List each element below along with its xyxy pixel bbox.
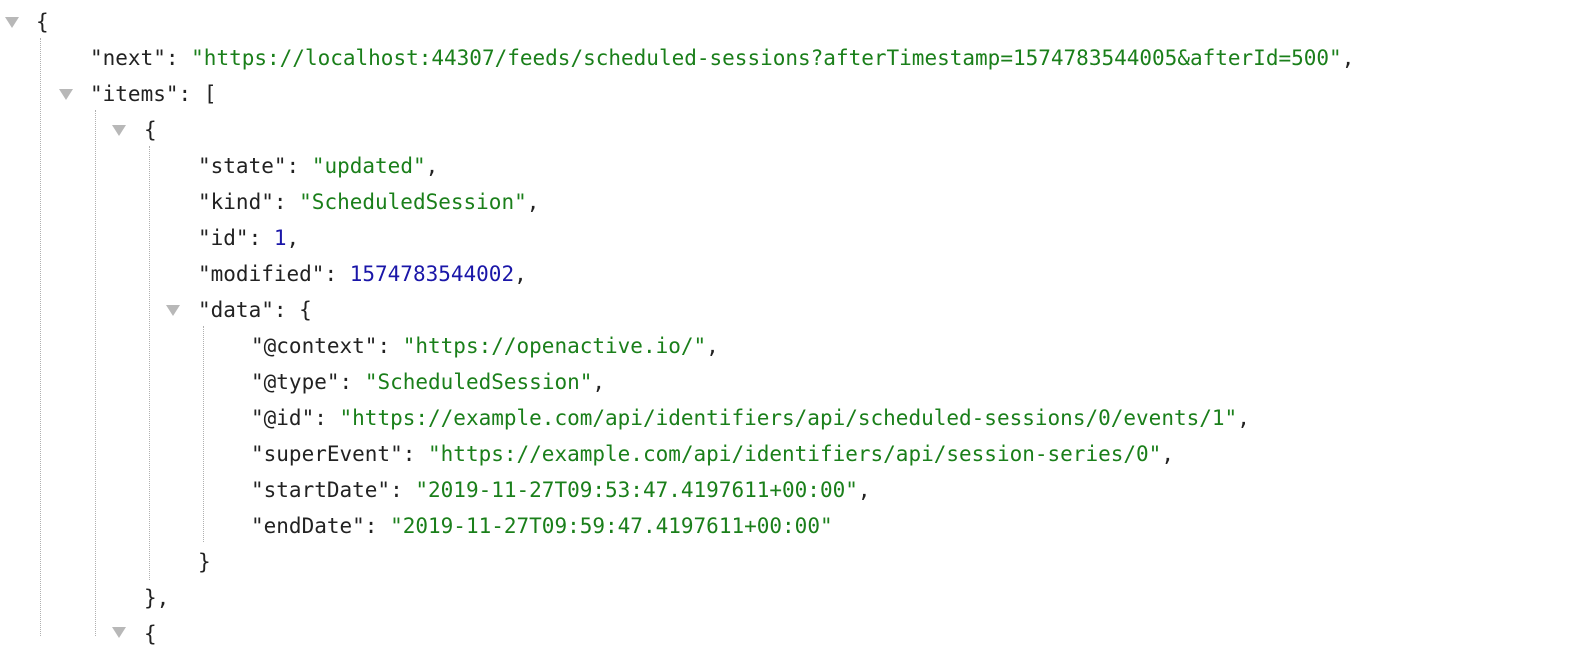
json-line-kind: "kind": "ScheduledSession", bbox=[198, 184, 539, 220]
json-line-at-id: "@id": "https://example.com/api/identifi… bbox=[251, 400, 1250, 436]
json-line-startdate: "startDate": "2019-11-27T09:53:47.419761… bbox=[251, 472, 871, 508]
open-brace: { bbox=[36, 10, 49, 34]
json-key-kind: "kind" bbox=[198, 190, 274, 214]
colon: : bbox=[364, 514, 391, 538]
colon: : bbox=[339, 370, 365, 394]
json-value-id: 1 bbox=[273, 226, 287, 250]
json-line-next: "next": "https://localhost:44307/feeds/s… bbox=[90, 40, 1354, 76]
open-brace: { bbox=[299, 298, 312, 322]
json-key-startdate: "startDate" bbox=[251, 478, 391, 502]
colon: : bbox=[286, 154, 312, 178]
comma: , bbox=[286, 226, 300, 250]
comma: , bbox=[706, 334, 719, 358]
collapse-toggle-icon[interactable] bbox=[59, 89, 73, 100]
json-key-state: "state" bbox=[198, 154, 287, 178]
collapse-toggle-icon[interactable] bbox=[112, 125, 126, 136]
indent-guide-data bbox=[203, 326, 204, 542]
colon: : bbox=[273, 190, 300, 214]
colon: : bbox=[273, 298, 300, 322]
json-key-superevent: "superEvent" bbox=[251, 442, 403, 466]
collapse-toggle-icon[interactable] bbox=[112, 627, 126, 638]
comma: , bbox=[1237, 406, 1250, 430]
json-value-startdate: "2019-11-27T09:53:47.4197611+00:00" bbox=[415, 478, 858, 502]
indent-guide-item bbox=[149, 146, 150, 580]
json-line-next-item-open: { bbox=[144, 616, 157, 652]
colon: : bbox=[390, 478, 416, 502]
indent-guide-items bbox=[95, 110, 96, 636]
json-value-superevent[interactable]: "https://example.com/api/identifiers/api… bbox=[428, 442, 1161, 466]
colon: : bbox=[314, 406, 340, 430]
indent-guide-root bbox=[40, 38, 41, 636]
json-line-item-open: { bbox=[144, 112, 157, 148]
json-key-modified: "modified" bbox=[198, 262, 325, 286]
json-value-at-id[interactable]: "https://example.com/api/identifiers/api… bbox=[340, 406, 1238, 430]
comma: , bbox=[425, 154, 439, 178]
json-value-type: "ScheduledSession" bbox=[364, 370, 593, 394]
json-key-items: "items" bbox=[90, 82, 179, 106]
colon: : bbox=[178, 82, 204, 106]
colon: : bbox=[377, 334, 403, 358]
json-key-id: "id" bbox=[198, 226, 249, 250]
json-key-next: "next" bbox=[90, 46, 166, 70]
open-brace: { bbox=[144, 622, 157, 646]
json-line-modified: "modified": 1574783544002, bbox=[198, 256, 527, 292]
json-line-item-close: }, bbox=[144, 580, 169, 616]
collapse-toggle-icon[interactable] bbox=[166, 305, 180, 316]
collapse-toggle-icon[interactable] bbox=[5, 17, 19, 28]
json-key-data: "data" bbox=[198, 298, 274, 322]
json-value-context[interactable]: "https://openactive.io/" bbox=[403, 334, 706, 358]
json-value-kind: "ScheduledSession" bbox=[299, 190, 527, 214]
json-line-id: "id": 1, bbox=[198, 220, 299, 256]
json-value-next[interactable]: "https://localhost:44307/feeds/scheduled… bbox=[191, 46, 1342, 70]
comma: , bbox=[592, 370, 606, 394]
colon: : bbox=[324, 262, 350, 286]
json-line-enddate: "endDate": "2019-11-27T09:59:47.4197611+… bbox=[251, 508, 833, 544]
json-key-type: "@type" bbox=[251, 370, 340, 394]
comma: , bbox=[857, 478, 871, 502]
comma: , bbox=[514, 262, 527, 286]
colon: : bbox=[402, 442, 429, 466]
json-value-modified: 1574783544002 bbox=[349, 262, 515, 286]
json-line-data: "data": { bbox=[198, 292, 312, 328]
json-line-type: "@type": "ScheduledSession", bbox=[251, 364, 605, 400]
colon: : bbox=[165, 46, 192, 70]
comma: , bbox=[1161, 442, 1174, 466]
open-brace: { bbox=[144, 118, 157, 142]
json-key-enddate: "endDate" bbox=[251, 514, 365, 538]
json-line-root-open: { bbox=[36, 4, 49, 40]
json-line-superevent: "superEvent": "https://example.com/api/i… bbox=[251, 436, 1174, 472]
json-value-state: "updated" bbox=[311, 154, 426, 178]
close-brace: }, bbox=[144, 586, 170, 610]
comma: , bbox=[1341, 46, 1355, 70]
json-line-items: "items": [ bbox=[90, 76, 216, 112]
comma: , bbox=[526, 190, 540, 214]
json-line-data-close: } bbox=[198, 544, 211, 580]
json-value-enddate: "2019-11-27T09:59:47.4197611+00:00" bbox=[390, 514, 833, 538]
json-key-at-id: "@id" bbox=[251, 406, 315, 430]
json-viewer: { "next": "https://localhost:44307/feeds… bbox=[0, 0, 1582, 646]
json-key-context: "@context" bbox=[251, 334, 378, 358]
open-bracket: [ bbox=[203, 82, 217, 106]
colon: : bbox=[248, 226, 274, 250]
json-line-state: "state": "updated", bbox=[198, 148, 438, 184]
json-line-context: "@context": "https://openactive.io/", bbox=[251, 328, 719, 364]
close-brace: } bbox=[198, 550, 211, 574]
